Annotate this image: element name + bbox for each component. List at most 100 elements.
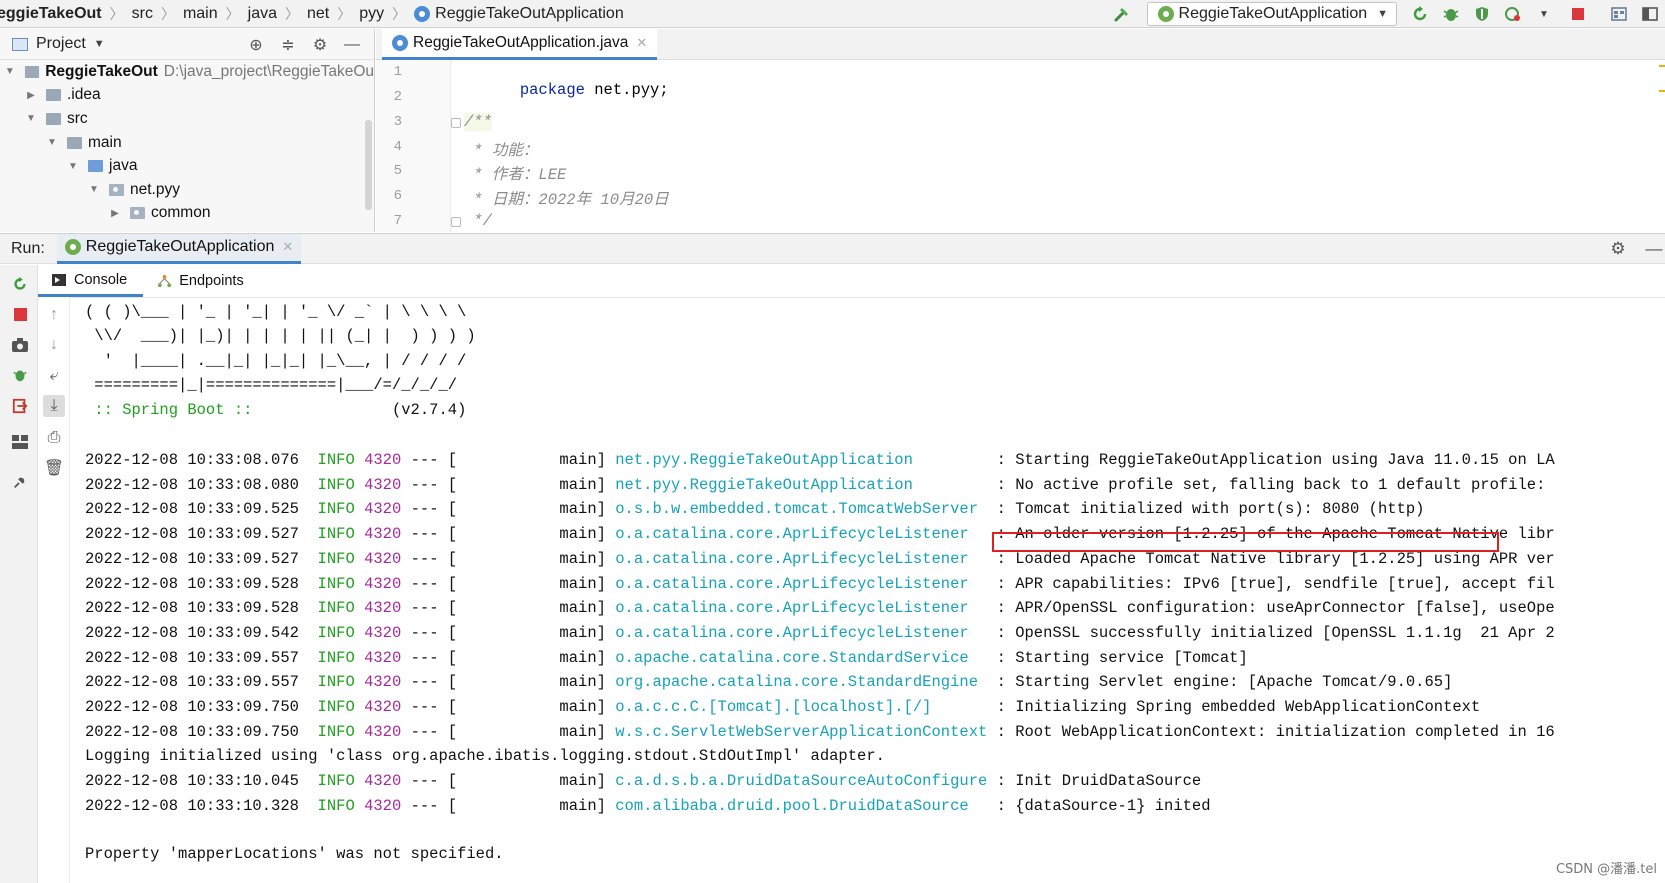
log-level: INFO	[317, 698, 355, 716]
breadcrumb-java[interactable]: java	[248, 5, 277, 23]
run-configuration-label: ReggieTakeOutApplication	[1178, 5, 1368, 22]
scroll-to-end-icon[interactable]: ⤓	[43, 395, 65, 417]
fold-marker-icon[interactable]	[451, 217, 461, 227]
breadcrumb-main[interactable]: main	[183, 5, 218, 23]
log-timestamp: 2022-12-08 10:33:09.557	[85, 673, 299, 692]
project-header-actions: ⊕ ≑ ⚙ —	[234, 35, 362, 55]
endpoints-icon	[158, 274, 172, 287]
warning-stripe-marker[interactable]	[1659, 90, 1665, 92]
expand-arrow-icon[interactable]: ▼	[88, 184, 100, 195]
warning-stripe-marker[interactable]	[1659, 65, 1665, 67]
log-logger: o.a.catalina.core.AprLifecycleListener	[615, 549, 988, 568]
gear-icon[interactable]: ⚙	[310, 35, 330, 55]
rerun-icon[interactable]	[1409, 3, 1431, 25]
camera-icon[interactable]	[9, 334, 31, 356]
package-icon	[109, 183, 124, 196]
up-arrow-icon[interactable]: ↑	[43, 304, 65, 326]
folder-icon	[46, 112, 61, 125]
more-actions-chevron-icon[interactable]: ▼	[1533, 3, 1555, 25]
expand-arrow-icon[interactable]: ▼	[25, 113, 37, 124]
run-tab-application[interactable]: ReggieTakeOutApplication ✕	[56, 233, 302, 264]
collapse-arrow-icon[interactable]: ▶	[109, 208, 121, 219]
debug-bug-icon[interactable]	[9, 364, 31, 386]
fold-marker-icon[interactable]	[451, 118, 461, 128]
navigation-bar: eggieTakeOut 〉 src 〉 main 〉 java 〉 net 〉…	[0, 0, 1665, 28]
tree-node-src[interactable]: ▼ src	[0, 107, 374, 131]
down-arrow-icon[interactable]: ↓	[43, 334, 65, 356]
log-thread: --- [ main]	[401, 549, 616, 568]
breadcrumb-project[interactable]: eggieTakeOut	[0, 5, 102, 23]
rerun-icon[interactable]	[9, 273, 31, 295]
tree-node-common[interactable]: ▶ common	[0, 202, 374, 226]
log-thread: --- [ main]	[401, 525, 616, 544]
collapse-all-icon[interactable]: ≑	[278, 35, 298, 55]
debug-bug-icon[interactable]	[1440, 3, 1462, 25]
stop-icon[interactable]	[1567, 3, 1589, 25]
close-icon[interactable]: ✕	[636, 35, 647, 51]
profiler-icon[interactable]	[1502, 3, 1524, 25]
line-number: 1	[393, 64, 402, 80]
log-thread: --- [ main]	[401, 648, 616, 667]
tree-node-label: java	[109, 157, 138, 175]
log-thread: --- [ main]	[401, 599, 616, 618]
trash-icon[interactable]: 🗑	[43, 457, 65, 479]
run-actions-toolbar	[0, 265, 38, 883]
editor-tab-bar: ReggieTakeOutApplication.java ✕	[376, 29, 1665, 60]
tree-node-main[interactable]: ▼ main	[0, 131, 374, 155]
tab-console[interactable]: Console	[38, 265, 144, 297]
log-timestamp: 2022-12-08 10:33:09.557	[85, 648, 299, 667]
project-view-selector[interactable]: Project	[36, 35, 86, 53]
project-structure-icon[interactable]	[1608, 3, 1630, 25]
folder-icon	[67, 136, 82, 149]
log-message: : Root WebApplicationContext: initializa…	[987, 722, 1555, 741]
log-pid: 4320	[364, 722, 402, 741]
tab-endpoints-label: Endpoints	[179, 273, 244, 289]
soft-wrap-icon[interactable]: ⤶	[43, 365, 65, 387]
coverage-shield-icon[interactable]	[1471, 3, 1493, 25]
source-folder-icon	[88, 160, 103, 173]
gear-icon[interactable]: ⚙	[1607, 238, 1629, 260]
hide-panel-icon[interactable]: —	[1643, 238, 1665, 260]
stop-icon[interactable]	[9, 303, 31, 325]
log-line: 2022-12-08 10:33:10.328 INFO 4320 --- [ …	[85, 795, 1211, 817]
locate-crosshair-icon[interactable]: ⊕	[246, 35, 266, 55]
pin-icon[interactable]	[9, 471, 31, 493]
watermark: CSDN @潘潘.tel	[1555, 862, 1657, 877]
log-message: : Tomcat initialized with port(s): 8080 …	[987, 500, 1425, 519]
close-icon[interactable]: ✕	[282, 239, 293, 255]
log-thread: --- [ main]	[401, 772, 616, 790]
tree-node-label: ReggieTakeOut	[45, 62, 158, 80]
layout-icon[interactable]	[9, 431, 31, 453]
layout-panel-icon[interactable]	[1639, 3, 1661, 25]
expand-arrow-icon[interactable]: ▼	[67, 161, 79, 172]
log-timestamp: 2022-12-08 10:33:09.527	[85, 525, 299, 544]
editor-tab-application-java[interactable]: ReggieTakeOutApplication.java ✕	[382, 29, 658, 60]
code-area[interactable]: 1 2 3 4 5 6 7 package net.pyy; /** * 功能：…	[376, 60, 1665, 232]
log-logger: o.a.catalina.core.AprLifecycleListener	[615, 525, 988, 544]
run-configuration-select[interactable]: ReggieTakeOutApplication ▼	[1146, 2, 1397, 26]
breadcrumb-pyy[interactable]: pyy	[359, 5, 384, 23]
hide-panel-icon[interactable]: —	[342, 35, 362, 55]
breadcrumb-src[interactable]: src	[132, 5, 153, 23]
tree-node-label: src	[67, 109, 88, 127]
tree-scrollbar[interactable]	[365, 120, 372, 210]
expand-arrow-icon[interactable]: ▼	[46, 137, 58, 148]
spring-boot-version: (v2.7.4)	[261, 401, 467, 419]
print-icon[interactable]: ⎙	[43, 427, 65, 449]
exit-icon[interactable]	[9, 395, 31, 417]
log-timestamp: 2022-12-08 10:33:08.080	[85, 475, 299, 494]
tree-node-idea[interactable]: ▶ .idea	[0, 84, 374, 108]
expand-arrow-icon[interactable]: ▼	[4, 66, 16, 77]
chevron-down-icon[interactable]: ▼	[94, 38, 105, 50]
line-number: 4	[393, 139, 402, 155]
tree-node-net-pyy[interactable]: ▼ net.pyy	[0, 178, 374, 202]
tab-endpoints[interactable]: Endpoints	[143, 265, 260, 297]
tree-node-java[interactable]: ▼ java	[0, 154, 374, 178]
tree-node-root[interactable]: ▼ ReggieTakeOut D:\java_project\ReggieTa…	[0, 60, 374, 84]
breadcrumb-class[interactable]: ReggieTakeOutApplication	[435, 5, 624, 23]
build-hammer-icon[interactable]	[1113, 5, 1131, 23]
console-plain-line: Logging initialized using 'class org.apa…	[85, 747, 885, 765]
console-output[interactable]: ( ( )\___ | '_ | '_| | '_ \/ _` | \ \ \ …	[85, 298, 1665, 883]
collapse-arrow-icon[interactable]: ▶	[25, 90, 37, 101]
breadcrumb-net[interactable]: net	[307, 5, 329, 23]
